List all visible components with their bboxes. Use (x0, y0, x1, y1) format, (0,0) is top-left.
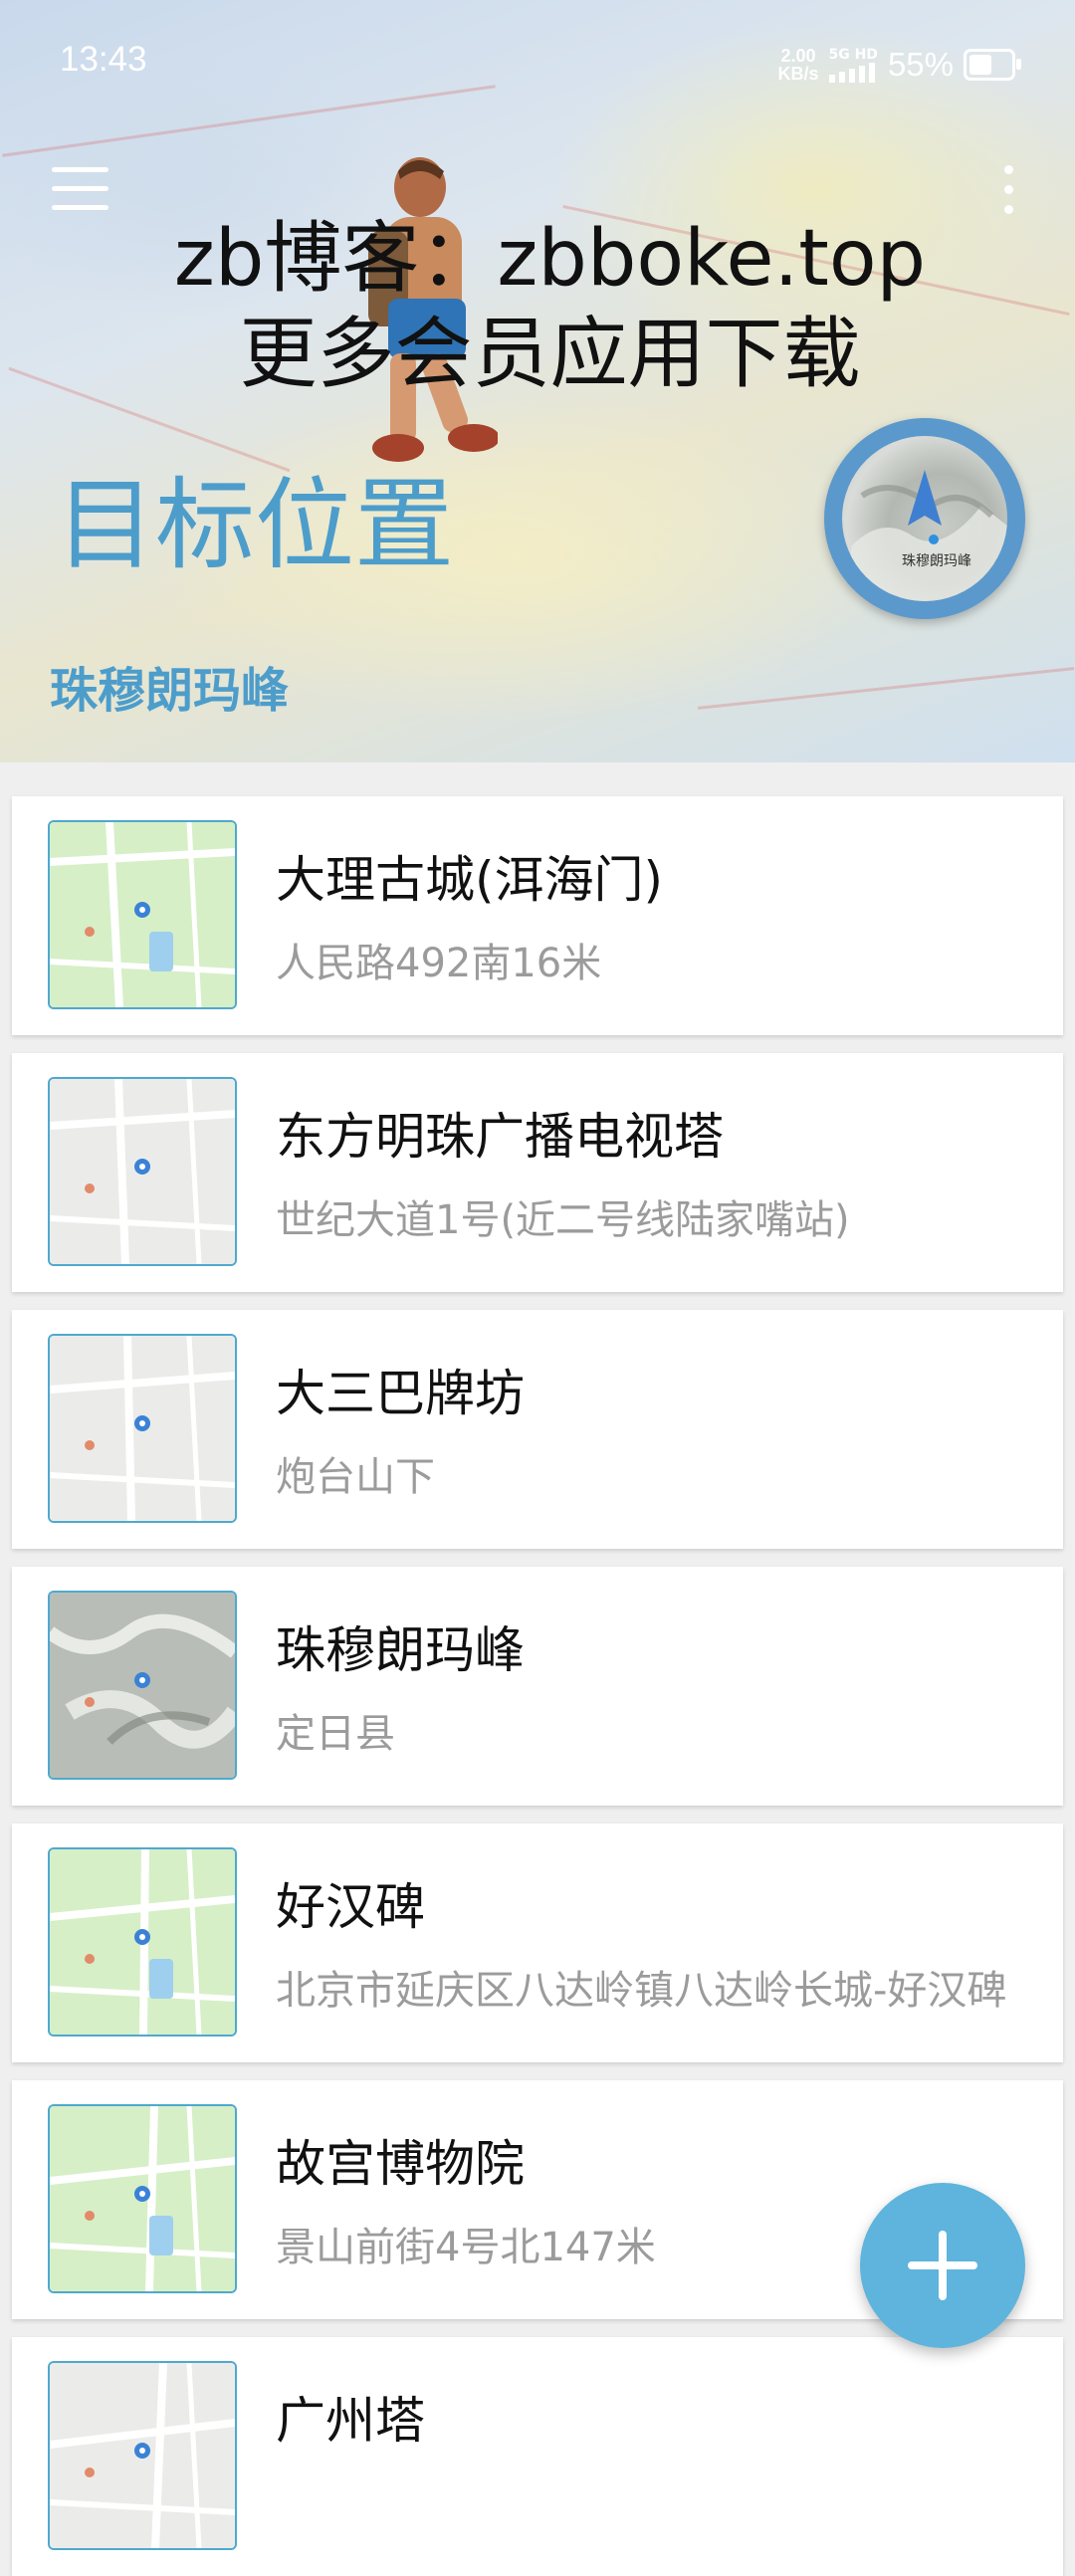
place-card[interactable]: 大理古城(洱海门) 人民路492南16米 (12, 796, 1063, 1035)
place-map-thumbnail (48, 1077, 237, 1266)
place-address: 人民路492南16米 (276, 941, 602, 986)
status-bar: 13:43 2.00 KB/s 5G HD 55% (0, 0, 1075, 124)
location-pin-icon (134, 1159, 150, 1175)
place-name: 珠穆朗玛峰 (276, 1621, 525, 1679)
place-map-thumbnail (48, 1847, 237, 2037)
location-pin-icon (134, 2443, 150, 2459)
compass-map-label: 珠穆朗玛峰 (902, 553, 971, 569)
place-map-thumbnail (48, 1591, 237, 1780)
battery-icon (964, 49, 1021, 81)
place-name: 大三巴牌坊 (276, 1365, 525, 1422)
compass-navigation-button[interactable]: 珠穆朗玛峰 (824, 418, 1025, 619)
place-name: 东方明珠广播电视塔 (276, 1108, 724, 1166)
place-name: 广州塔 (276, 2392, 425, 2450)
place-map-thumbnail (48, 2104, 237, 2293)
place-name: 大理古城(洱海门) (276, 851, 664, 909)
place-address: 北京市延庆区八达岭镇八达岭长城-好汉碑 (276, 1968, 1007, 2014)
location-pin-icon (134, 1672, 150, 1688)
location-pin-icon (134, 902, 150, 918)
location-pin-icon (134, 1415, 150, 1431)
page-title: 目标位置 (56, 467, 454, 583)
cellular-signal-icon: 5G HD (828, 47, 878, 83)
add-place-button[interactable] (860, 2183, 1025, 2348)
place-map-thumbnail (48, 820, 237, 1009)
place-address: 世纪大道1号(近二号线陆家嘴站) (276, 1197, 850, 1243)
place-card[interactable]: 东方明珠广播电视塔世纪大道1号(近二号线陆家嘴站) (12, 1053, 1063, 1292)
network-speed: 2.00 KB/s (777, 46, 819, 84)
place-card[interactable]: 广州塔 (12, 2337, 1063, 2576)
place-address: 定日县 (276, 1711, 395, 1757)
watermark-text: zb博客：zbboke.top 更多会员应用下载 (173, 214, 927, 399)
place-map-thumbnail (48, 2361, 237, 2550)
current-target-name: 珠穆朗玛峰 (50, 663, 290, 719)
location-pin-icon (134, 2186, 150, 2202)
status-time: 13:43 (60, 40, 147, 79)
place-card[interactable]: 珠穆朗玛峰 定日县 (12, 1567, 1063, 1806)
status-indicators: 2.00 KB/s 5G HD 55% (777, 40, 1021, 90)
location-pin-icon (134, 1929, 150, 1945)
place-name: 故宫博物院 (276, 2135, 525, 2193)
navigation-arrow-icon (908, 470, 942, 526)
compass-map-thumbnail: 珠穆朗玛峰 (842, 436, 1007, 601)
header-banner: 13:43 2.00 KB/s 5G HD 55% zb博客：zbboke.to… (0, 0, 1075, 762)
place-card[interactable]: 好汉碑北京市延庆区八达岭镇八达岭长城-好汉碑 (12, 1824, 1063, 2062)
place-address: 炮台山下 (276, 1454, 435, 1500)
place-card[interactable]: 大三巴牌坊 炮台山下 (12, 1310, 1063, 1549)
battery-percent: 55% (887, 46, 954, 83)
hamburger-menu-icon[interactable] (52, 167, 111, 211)
place-name: 好汉碑 (276, 1878, 425, 1936)
place-map-thumbnail (48, 1334, 237, 1523)
